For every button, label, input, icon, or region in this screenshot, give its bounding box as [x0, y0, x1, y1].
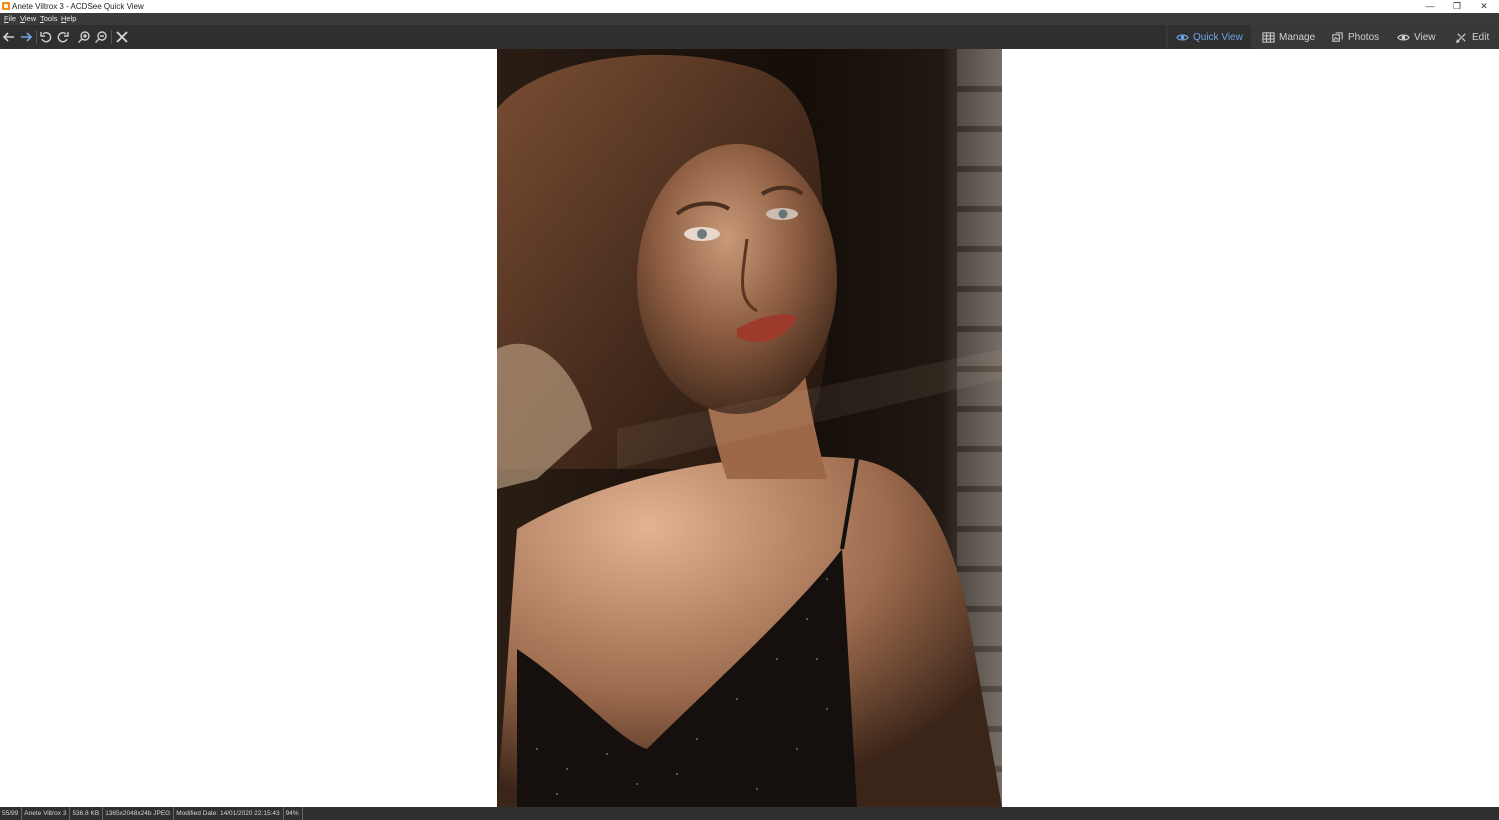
zoom-out-button[interactable]: [93, 29, 109, 45]
mode-tab-quick-view[interactable]: Quick View: [1168, 25, 1251, 49]
rotate-right-icon: [57, 32, 69, 43]
restore-button[interactable]: ❐: [1444, 0, 1470, 13]
mode-tab-label: Edit: [1472, 31, 1490, 43]
mode-tab-label: Quick View: [1193, 31, 1243, 43]
menu-file[interactable]: File: [4, 13, 16, 25]
mode-switcher: Quick View Manage Photos View Edit: [1166, 25, 1499, 49]
title-bar: Anete Viltrox 3 - ACDSee Quick View — ❐ …: [0, 0, 1499, 13]
previous-image-button[interactable]: [1, 29, 17, 45]
menu-help-label: elp: [66, 14, 77, 23]
status-file-size: 536.8 KB: [70, 807, 104, 820]
menu-view-label: iew: [24, 14, 37, 23]
arrow-right-icon: [21, 32, 33, 42]
minimize-button[interactable]: —: [1417, 0, 1443, 13]
zoom-in-icon: [78, 31, 90, 43]
displayed-photo: [497, 49, 1002, 807]
photos-icon: [1332, 31, 1343, 42]
arrow-left-icon: [2, 32, 14, 42]
menu-tools[interactable]: Tools: [40, 13, 58, 25]
status-modified-date: Modified Date: 14/01/2020 22:15:43: [174, 807, 284, 820]
mode-tab-manage[interactable]: Manage: [1262, 25, 1315, 49]
menu-view[interactable]: View: [20, 13, 36, 25]
zoom-out-icon: [95, 31, 107, 43]
zoom-in-button[interactable]: [76, 29, 92, 45]
status-position: 55/99: [0, 807, 23, 820]
rotate-right-button[interactable]: [55, 29, 71, 45]
acdsee-app-icon: [2, 2, 10, 10]
window-title: Anete Viltrox 3 - ACDSee Quick View: [12, 2, 144, 11]
image-viewer[interactable]: [0, 49, 1499, 807]
mode-tab-label: View: [1414, 31, 1436, 43]
mode-tab-label: Photos: [1348, 31, 1380, 43]
mode-tab-photos[interactable]: Photos: [1331, 25, 1379, 49]
rotate-left-icon: [40, 32, 52, 43]
edit-icon: [1456, 32, 1466, 43]
portrait-photo-image: [497, 49, 1002, 807]
close-window-button[interactable]: ✕: [1471, 0, 1497, 13]
status-dimensions: 1365x2048x24b JPEG: [103, 807, 175, 820]
next-image-button[interactable]: [18, 29, 34, 45]
mode-tab-edit[interactable]: Edit: [1455, 25, 1489, 49]
menu-tools-label: ools: [43, 14, 58, 23]
toolbar-divider: [111, 30, 112, 44]
eye-icon: [1176, 33, 1189, 41]
mode-tab-view[interactable]: View: [1397, 25, 1436, 49]
status-filename: Anete Viltrox 3: [22, 807, 71, 820]
grid-icon: [1262, 31, 1275, 43]
menu-file-label: ile: [8, 14, 17, 23]
close-icon: [116, 31, 128, 43]
menu-bar: File View Tools Help: [0, 13, 1499, 25]
mode-tab-label: Manage: [1279, 31, 1316, 43]
menu-help[interactable]: Help: [61, 13, 76, 25]
toolbar: Quick View Manage Photos View Edit: [0, 25, 1499, 49]
eye-icon: [1397, 33, 1410, 41]
status-zoom[interactable]: 94%: [284, 807, 303, 820]
close-viewer-button[interactable]: [114, 29, 130, 45]
toolbar-divider: [36, 30, 37, 44]
rotate-left-button[interactable]: [38, 29, 54, 45]
status-bar: 55/99 Anete Viltrox 3 536.8 KB 1365x2048x24…: [0, 807, 1499, 820]
